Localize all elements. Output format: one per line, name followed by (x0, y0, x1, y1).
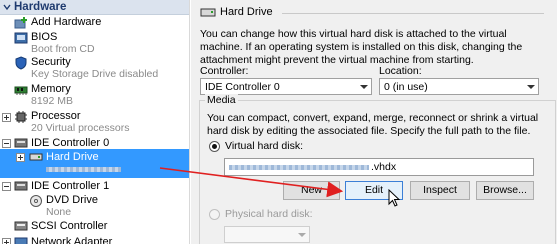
controller-value: IDE Controller 0 (205, 81, 280, 93)
expand-icon[interactable] (2, 238, 11, 244)
controller-select[interactable]: IDE Controller 0 (200, 78, 372, 95)
tree-item-label: Memory (31, 83, 71, 95)
location-label: Location: (379, 65, 422, 77)
virtual-hard-disk-radio[interactable] (209, 141, 220, 152)
scsi-controller-icon (14, 221, 28, 231)
redacted-path (46, 167, 121, 172)
location-value: 0 (in use) (384, 81, 428, 93)
tree-item-bios[interactable]: BIOS Boot from CD (0, 30, 189, 55)
panel-description: You can change how this virtual hard dis… (200, 28, 523, 66)
media-group-label: Media (205, 94, 238, 106)
vhd-path-input[interactable]: .vhdx (224, 158, 534, 176)
physical-hard-disk-radio[interactable] (209, 209, 220, 220)
media-description: You can compact, convert, expand, merge,… (207, 112, 539, 137)
panel-title-bar: Hard Drive (200, 4, 550, 20)
tree-item-add-hardware[interactable]: Add Hardware (0, 15, 189, 30)
tree-item-ide-controller-1[interactable]: IDE Controller 1 (0, 179, 189, 193)
add-hardware-icon (14, 17, 27, 29)
chevron-down-icon (360, 85, 368, 89)
tree-item-memory[interactable]: Memory 8192 MB (0, 82, 189, 107)
processor-icon (15, 111, 27, 123)
controller-label: Controller: (200, 65, 249, 77)
redacted-path (229, 165, 369, 170)
title-divider (282, 13, 544, 14)
tree-item-ide-controller-0[interactable]: IDE Controller 0 (0, 136, 189, 150)
tree-item-label: BIOS (31, 31, 58, 43)
hardware-section-header[interactable]: Hardware (0, 0, 189, 15)
tree-item-label: DVD Drive (46, 194, 98, 206)
shield-icon (15, 56, 27, 70)
tree-item-label: Security (31, 56, 71, 68)
tree-item-dvd-drive[interactable]: DVD Drive None (0, 193, 189, 218)
tree-item-sub: 8192 MB (31, 95, 74, 107)
tree-item-label: Hard Drive (46, 151, 99, 163)
tree-item-processor[interactable]: Processor 20 Virtual processors (0, 109, 189, 134)
hardware-tree: Hardware Add Hardware BIOS Boot from CD … (0, 0, 190, 244)
tree-item-label: Network Adapter (31, 236, 113, 244)
mouse-cursor-icon (388, 189, 401, 207)
new-button[interactable]: New (283, 181, 340, 200)
chevron-down-icon (298, 233, 306, 237)
ide-controller-icon (14, 181, 28, 191)
collapse-icon[interactable] (2, 139, 11, 148)
tree-item-label: Processor (31, 110, 81, 122)
chevron-down-icon (527, 85, 535, 89)
tree-item-label: SCSI Controller (31, 220, 108, 232)
panel-title: Hard Drive (220, 6, 273, 18)
inspect-button[interactable]: Inspect (410, 181, 470, 200)
location-select[interactable]: 0 (in use) (379, 78, 539, 95)
tree-item-sub: Boot from CD (31, 43, 95, 55)
memory-icon (14, 86, 28, 95)
tree-item-hard-drive[interactable]: Hard Drive (0, 149, 189, 178)
expand-icon[interactable] (2, 113, 11, 122)
tree-item-label: IDE Controller 1 (31, 180, 110, 192)
tree-item-sub: None (46, 206, 72, 218)
expand-icon[interactable] (16, 153, 25, 162)
bios-icon (14, 32, 28, 44)
chevron-down-icon (3, 4, 11, 11)
tree-item-sub: 20 Virtual processors (31, 122, 130, 134)
vhd-path-extension: .vhdx (371, 161, 397, 173)
physical-hard-disk-label: Physical hard disk: (225, 208, 313, 220)
tree-item-label: Add Hardware (31, 16, 102, 28)
tree-item-network-adapter[interactable]: Network Adapter (0, 235, 189, 244)
network-adapter-icon (14, 237, 28, 244)
tree-item-label: IDE Controller 0 (31, 137, 110, 149)
physical-disk-select[interactable] (224, 226, 310, 243)
collapse-icon[interactable] (2, 182, 11, 191)
hard-drive-icon (200, 8, 216, 17)
dvd-drive-icon (30, 195, 42, 207)
virtual-hard-disk-label: Virtual hard disk: (225, 140, 304, 152)
tree-item-security[interactable]: Security Key Storage Drive disabled (0, 55, 189, 80)
hard-drive-icon (29, 153, 43, 161)
hardware-header-label: Hardware (14, 1, 67, 13)
tree-item-scsi-controller[interactable]: SCSI Controller (0, 219, 189, 233)
ide-controller-icon (14, 138, 28, 148)
tree-item-sub: Key Storage Drive disabled (31, 68, 159, 80)
browse-button[interactable]: Browse... (476, 181, 534, 200)
